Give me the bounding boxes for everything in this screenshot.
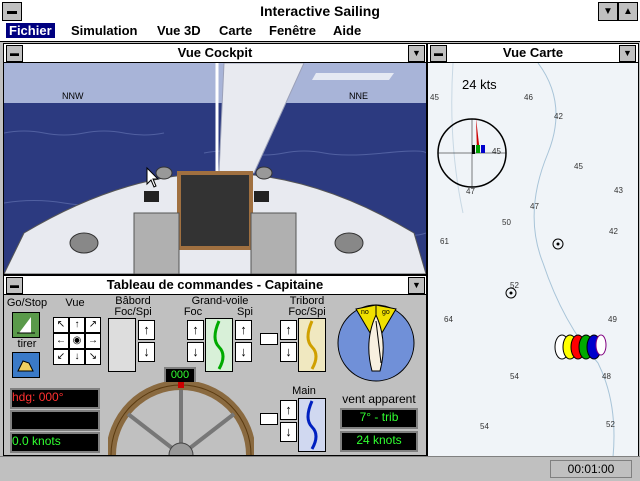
view-right-button[interactable]: → — [85, 333, 101, 349]
tribord-winch — [298, 318, 326, 372]
grand-voile-winch — [205, 318, 233, 372]
tirer-label: tirer — [17, 338, 37, 350]
wind-knots-display: 24 knots — [340, 431, 418, 452]
blue-rope-icon — [306, 400, 318, 450]
main-cleat-button[interactable] — [260, 413, 278, 425]
winch-left — [69, 232, 99, 254]
hand-pull-icon — [17, 360, 34, 372]
vent-apparent-label: vent apparent — [342, 392, 416, 406]
green-rope-icon — [213, 320, 225, 370]
carte-title: Vue Carte — [428, 44, 638, 63]
carte-minimize-button[interactable]: ▼ — [619, 45, 636, 62]
spi-label: Spi — [237, 306, 253, 318]
babord-up-button[interactable]: ↑ — [138, 320, 155, 340]
babord-winch — [108, 318, 136, 372]
boat-markers — [554, 334, 607, 360]
sail-go-icon — [17, 317, 35, 334]
vue-label: Vue — [65, 297, 85, 309]
menu-fichier[interactable]: Fichier — [6, 23, 55, 38]
heading-left-label: NNW — [62, 91, 84, 101]
steering-wheel[interactable] — [108, 382, 254, 455]
cockpit-system-button[interactable]: ▬ — [6, 45, 23, 62]
carte-window: Vue Carte ▬ ▼ 24 kts 45 46 45 47 42 45 4… — [427, 43, 639, 458]
tribord-cleat-button[interactable] — [260, 333, 278, 345]
winch-right — [334, 232, 364, 254]
main-winch — [298, 398, 326, 452]
foc-label: Foc — [183, 306, 203, 318]
heading-display: hdg: 000° — [10, 388, 100, 409]
menu-fenetre[interactable]: Fenêtre — [266, 23, 319, 38]
tribord-sub-label: Foc/Spi — [288, 306, 326, 318]
maximize-button[interactable]: ▲ — [618, 2, 638, 21]
tribord-up-button[interactable]: ↑ — [280, 320, 297, 340]
go-stop-label: Go/Stop — [6, 297, 48, 309]
yellow-rope-icon — [306, 320, 318, 370]
chart-map — [428, 63, 638, 457]
panel-system-button[interactable]: ▬ — [6, 277, 23, 294]
control-panel-window: Tableau de commandes - Capitaine ▬ ▼ Go/… — [3, 275, 427, 456]
gauge-go-label: go — [382, 309, 390, 316]
tribord-down-button[interactable]: ↓ — [280, 342, 297, 362]
cockpit-bench-left — [133, 212, 180, 274]
main-label: Main — [292, 385, 316, 397]
menu-simulation[interactable]: Simulation — [68, 23, 140, 38]
menu-aide[interactable]: Aide — [330, 23, 364, 38]
clock-display: 00:01:00 — [550, 460, 632, 478]
view-left-button[interactable]: ← — [53, 333, 69, 349]
wind-gauge — [337, 304, 415, 382]
view-up-button[interactable]: ↑ — [69, 317, 85, 333]
cockpit-minimize-button[interactable]: ▼ — [408, 45, 425, 62]
blank-display — [10, 410, 100, 431]
cabin-hatch — [177, 171, 253, 250]
wind-speed-label: 24 kts — [462, 77, 497, 92]
panel-minimize-button[interactable]: ▼ — [408, 277, 425, 294]
foc-up-button[interactable]: ↑ — [187, 320, 204, 340]
cockpit-bench-right — [250, 212, 297, 274]
speed-display: 0.0 knots — [10, 432, 100, 453]
view-down-left-button[interactable]: ↙ — [53, 349, 69, 365]
menu-vue3d[interactable]: Vue 3D — [154, 23, 204, 38]
foc-down-button[interactable]: ↓ — [187, 342, 204, 362]
app-title: Interactive Sailing — [260, 3, 380, 19]
app-title-bar: ▬ Interactive Sailing ▼ ▲ — [0, 0, 640, 23]
minimize-button[interactable]: ▼ — [598, 2, 618, 21]
view-center-button[interactable]: ◉ — [69, 333, 85, 349]
main-up-button[interactable]: ↑ — [280, 400, 297, 420]
menu-bar: Fichier Simulation Vue 3D Carte Fenêtre … — [0, 22, 640, 42]
status-bar: 00:01:00 — [0, 456, 640, 481]
spi-up-button[interactable]: ↑ — [235, 320, 252, 340]
gauge-no-label: no — [361, 309, 369, 316]
cockpit-window: Vue Cockpit ▬ ▼ NNW NNE — [3, 43, 427, 275]
wind-angle-display: 7° - trib — [340, 408, 418, 429]
babord-down-button[interactable]: ↓ — [138, 342, 155, 362]
main-down-button[interactable]: ↓ — [280, 422, 297, 442]
view-up-right-button[interactable]: ↗ — [85, 317, 101, 333]
tirer-button[interactable] — [12, 352, 40, 378]
go-stop-button[interactable] — [12, 312, 40, 338]
spi-down-button[interactable]: ↓ — [235, 342, 252, 362]
menu-carte[interactable]: Carte — [216, 23, 255, 38]
cockpit-title: Vue Cockpit — [4, 44, 426, 63]
view-up-left-button[interactable]: ↖ — [53, 317, 69, 333]
babord-sub-label: Foc/Spi — [114, 306, 152, 318]
view-down-right-button[interactable]: ↘ — [85, 349, 101, 365]
carte-system-button[interactable]: ▬ — [430, 45, 447, 62]
control-panel-title: Tableau de commandes - Capitaine — [4, 276, 426, 295]
view-down-button[interactable]: ↓ — [69, 349, 85, 365]
distant-boat — [312, 73, 394, 80]
heading-right-label: NNE — [349, 91, 369, 101]
